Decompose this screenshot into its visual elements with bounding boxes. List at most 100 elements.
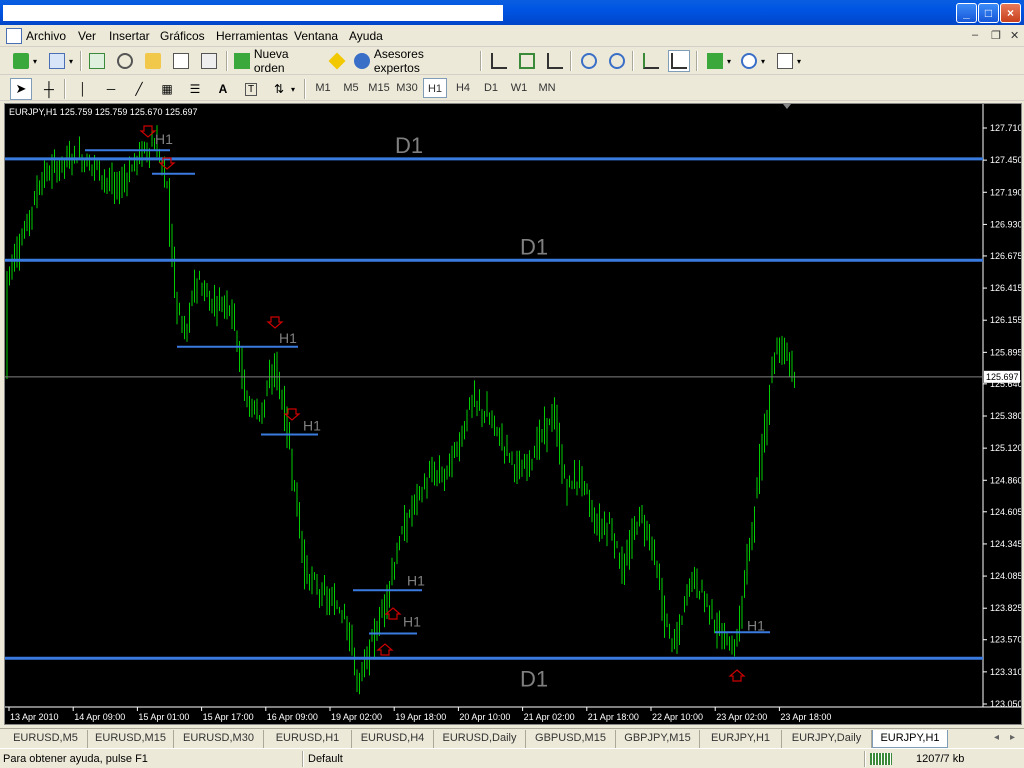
- horizontal-line-button[interactable]: ─: [100, 78, 122, 100]
- chart-tab[interactable]: EURJPY,H1: [872, 730, 948, 748]
- profiles-button[interactable]: [46, 50, 68, 72]
- crosshair-icon: ┼: [44, 81, 54, 97]
- new-chart-dropdown[interactable]: ▾: [30, 50, 40, 72]
- crosshair-button[interactable]: ┼: [38, 78, 60, 100]
- chart-tab[interactable]: GBPUSD,M15: [526, 730, 616, 748]
- line-chart-button[interactable]: [544, 50, 566, 72]
- price-tick-label: 123.050: [990, 699, 1021, 709]
- magnifier-document-icon: [201, 53, 217, 69]
- profiles-dropdown[interactable]: ▾: [66, 50, 76, 72]
- close-button[interactable]: ×: [1000, 3, 1021, 23]
- h1-level-label: H1: [747, 617, 765, 633]
- tf-h1[interactable]: H1: [423, 78, 447, 98]
- tf-d1[interactable]: D1: [479, 78, 503, 98]
- time-tick-label: 13 Apr 2010: [10, 712, 59, 722]
- app-icon[interactable]: [6, 28, 22, 44]
- mdi-restore-icon[interactable]: ❐: [991, 29, 1001, 42]
- time-tick-label: 16 Apr 09:00: [267, 712, 318, 722]
- new-chart-icon: [13, 53, 29, 69]
- menu-insertar[interactable]: Insertar: [109, 29, 150, 43]
- maximize-button[interactable]: □: [978, 3, 999, 23]
- price-tick-label: 126.675: [990, 251, 1021, 261]
- tf-m5[interactable]: M5: [339, 78, 363, 98]
- time-tick-label: 23 Apr 18:00: [780, 712, 831, 722]
- tf-w1[interactable]: W1: [507, 78, 531, 98]
- chart-shift-button[interactable]: [640, 50, 662, 72]
- strategy-tester-button[interactable]: [198, 50, 220, 72]
- mdi-close-icon[interactable]: ✕: [1010, 29, 1019, 42]
- chart-tab[interactable]: EURJPY,H1: [700, 730, 782, 748]
- autoscroll-button[interactable]: [668, 50, 690, 72]
- menu-ayuda[interactable]: Ayuda: [349, 29, 383, 43]
- buy-arrow-icon: [376, 643, 394, 656]
- cursor-button[interactable]: ➤: [10, 78, 32, 100]
- chart-window[interactable]: 127.710 127.450 127.190 126.930 126.675 126.4…: [4, 103, 1022, 725]
- tf-m30[interactable]: M30: [395, 78, 419, 98]
- chart-tab[interactable]: EURJPY,Daily: [782, 730, 872, 748]
- fibonacci-icon: ☰: [189, 82, 201, 96]
- periods-button[interactable]: [738, 50, 760, 72]
- menu-ventana[interactable]: Ventana: [294, 29, 338, 43]
- d1-level-label: D1: [520, 234, 548, 259]
- meta-editor-button[interactable]: [326, 50, 348, 72]
- tab-scroll-right-icon[interactable]: ▸: [1010, 732, 1015, 743]
- menu-graficos[interactable]: Gráficos: [160, 29, 205, 43]
- price-chart[interactable]: 127.710 127.450 127.190 126.930 126.675 126.4…: [5, 104, 1021, 724]
- h1-level-label: H1: [155, 131, 173, 147]
- indicators-icon: [707, 53, 723, 69]
- h1-level-label: H1: [403, 614, 421, 630]
- vertical-line-button[interactable]: │: [72, 78, 94, 100]
- bar-chart-button[interactable]: [488, 50, 510, 72]
- market-watch-button[interactable]: [86, 50, 108, 72]
- minimize-button[interactable]: _: [956, 3, 977, 23]
- arrows-button[interactable]: ⇅: [268, 78, 290, 100]
- tf-h4[interactable]: H4: [451, 78, 475, 98]
- new-order-button[interactable]: Nueva orden: [234, 47, 322, 75]
- menu-ver[interactable]: Ver: [78, 29, 96, 43]
- indicators-dropdown[interactable]: ▾: [724, 50, 734, 72]
- time-tick-label: 19 Apr 18:00: [395, 712, 446, 722]
- chart-tab[interactable]: EURUSD,H4: [352, 730, 434, 748]
- zoom-out-button[interactable]: [606, 50, 628, 72]
- equidistant-channel-button[interactable]: ▦: [156, 78, 178, 100]
- tf-m1[interactable]: M1: [311, 78, 335, 98]
- time-tick-label: 22 Apr 10:00: [652, 712, 703, 722]
- text-label-button[interactable]: T: [240, 78, 262, 100]
- chart-tab[interactable]: EURUSD,Daily: [434, 730, 526, 748]
- terminal-icon: [173, 53, 189, 69]
- fibonacci-button[interactable]: ☰: [184, 78, 206, 100]
- menu-herramientas[interactable]: Herramientas: [216, 29, 288, 43]
- candlestick-icon: [519, 53, 535, 69]
- chart-tab[interactable]: EURUSD,M15: [88, 730, 174, 748]
- chart-tab[interactable]: EURUSD,H1: [264, 730, 352, 748]
- market-watch-icon: [89, 53, 105, 69]
- tab-scroll-left-icon[interactable]: ◂: [994, 732, 999, 743]
- time-tick-label: 19 Apr 02:00: [331, 712, 382, 722]
- indicators-button[interactable]: [704, 50, 726, 72]
- new-chart-button[interactable]: [10, 50, 32, 72]
- periods-dropdown[interactable]: ▾: [758, 50, 768, 72]
- time-tick-label: 21 Apr 18:00: [588, 712, 639, 722]
- arrows-dropdown[interactable]: ▾: [288, 78, 298, 100]
- expert-advisors-button[interactable]: Asesores expertos: [354, 47, 472, 75]
- price-tick-label: 127.450: [990, 155, 1021, 165]
- chart-tab[interactable]: EURUSD,M30: [174, 730, 264, 748]
- templates-button[interactable]: [774, 50, 796, 72]
- chart-tab[interactable]: EURUSD,M5: [4, 730, 88, 748]
- menu-archivo[interactable]: Archivo: [26, 29, 66, 43]
- profiles-icon: [49, 53, 65, 69]
- templates-dropdown[interactable]: ▾: [794, 50, 804, 72]
- navigator-button[interactable]: [114, 50, 136, 72]
- tf-mn[interactable]: MN: [535, 78, 559, 98]
- warning-diamond-icon: [328, 52, 346, 70]
- d1-level-label: D1: [395, 133, 423, 158]
- candlestick-button[interactable]: [516, 50, 538, 72]
- chart-tab[interactable]: GBPJPY,M15: [616, 730, 700, 748]
- trendline-button[interactable]: ╱: [128, 78, 150, 100]
- tf-m15[interactable]: M15: [367, 78, 391, 98]
- terminal-button[interactable]: [170, 50, 192, 72]
- mdi-minimize-icon[interactable]: –: [972, 29, 978, 41]
- data-window-button[interactable]: [142, 50, 164, 72]
- text-button[interactable]: A: [212, 78, 234, 100]
- zoom-in-button[interactable]: [578, 50, 600, 72]
